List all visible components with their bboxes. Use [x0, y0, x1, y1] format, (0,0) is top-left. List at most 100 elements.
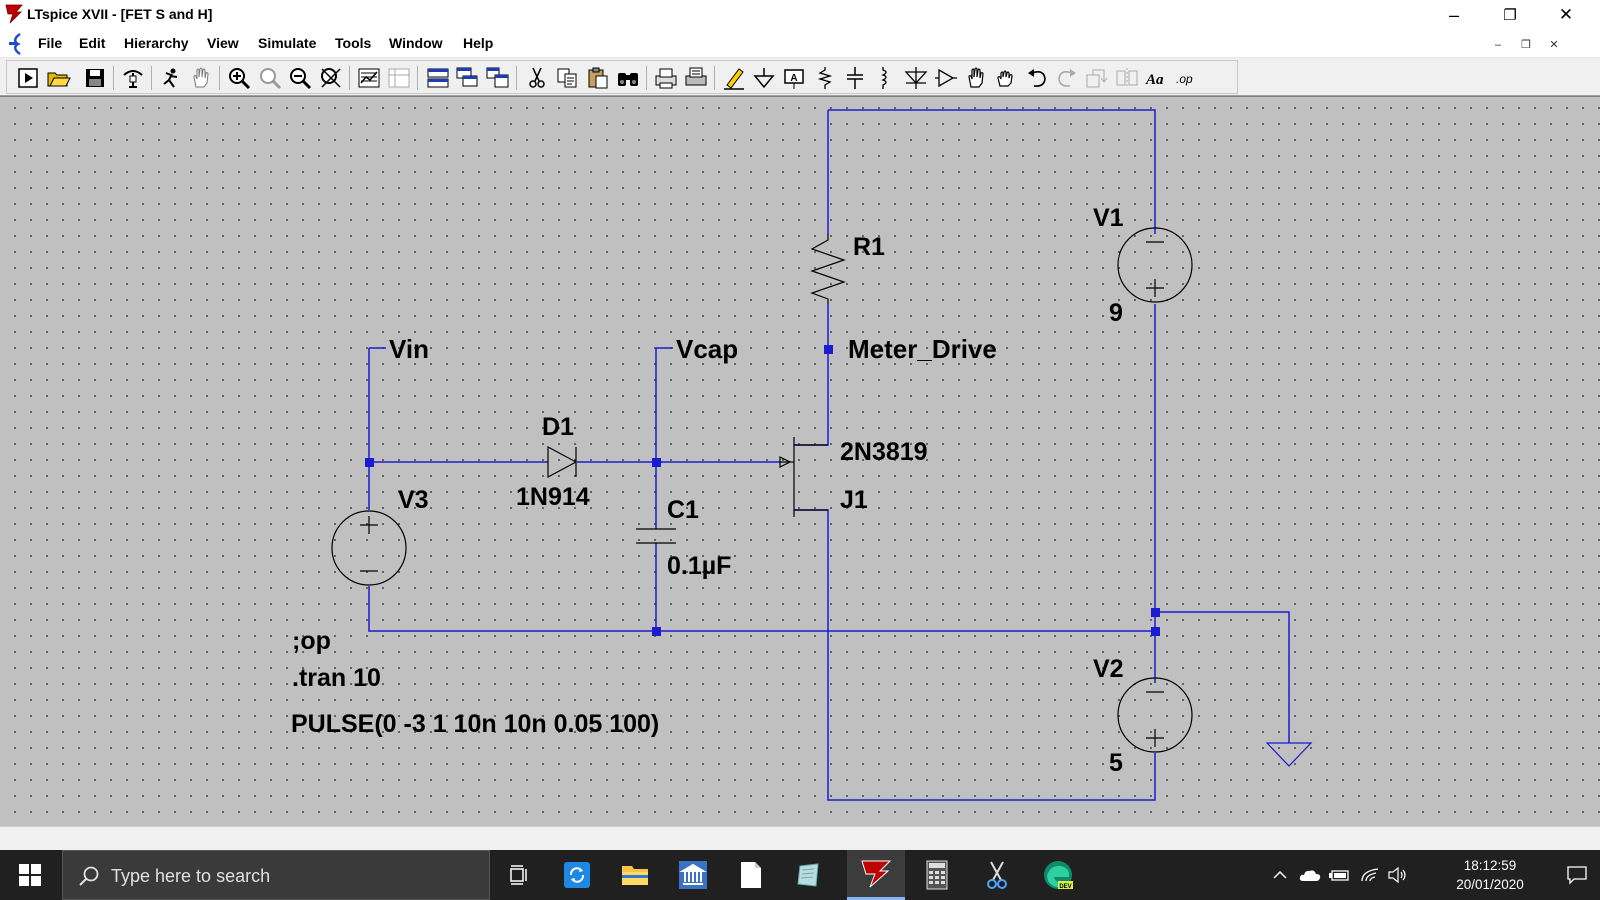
diode-icon[interactable]	[903, 65, 929, 91]
tile-horizontal-icon[interactable]	[425, 65, 451, 91]
bank-app-icon[interactable]	[664, 850, 722, 900]
sync-app-icon[interactable]	[548, 850, 606, 900]
mdi-minimize-button[interactable]: –	[1487, 36, 1509, 54]
taskbar-search-box[interactable]: Type here to search	[62, 850, 490, 900]
junction	[824, 345, 833, 354]
cut-icon[interactable]	[524, 65, 550, 91]
mirror-icon[interactable]	[1114, 65, 1140, 91]
open-icon[interactable]	[45, 65, 71, 91]
v1-value[interactable]: 9	[1109, 299, 1123, 328]
document-icon[interactable]	[6, 32, 28, 56]
autorange-icon[interactable]	[356, 65, 382, 91]
system-clock[interactable]: 18:12:59 20/01/2020	[1432, 856, 1548, 894]
c1-value[interactable]: 0.1µF	[667, 552, 731, 581]
component-icon[interactable]	[933, 65, 959, 91]
net-label-meter-drive[interactable]: Meter_Drive	[848, 334, 997, 365]
net-label-vin[interactable]: Vin	[389, 334, 429, 365]
close-button[interactable]: ✕	[1538, 0, 1594, 30]
paper-app-icon[interactable]	[780, 850, 838, 900]
show-hidden-icons-icon[interactable]	[1268, 850, 1292, 900]
spice-directive-op[interactable]: ;op	[292, 627, 331, 656]
edge-dev-icon[interactable]: DEV	[1029, 850, 1087, 900]
net-label-vcap[interactable]: Vcap	[676, 334, 738, 365]
ltspice-icon[interactable]	[847, 850, 905, 900]
clock-time: 18:12:59	[1463, 858, 1517, 873]
wires	[368, 109, 1290, 801]
print-preview-icon[interactable]	[653, 65, 679, 91]
print-icon[interactable]	[683, 65, 709, 91]
junction-dots	[365, 345, 1160, 636]
rotate-icon[interactable]	[1084, 65, 1110, 91]
v1-ref[interactable]: V1	[1093, 204, 1124, 233]
undo-icon[interactable]	[1024, 65, 1050, 91]
zoom-fit-icon[interactable]	[318, 65, 344, 91]
ground-symbol	[1265, 742, 1313, 767]
move-icon[interactable]	[963, 65, 989, 91]
svg-text:.op: .op	[1176, 72, 1193, 86]
find-icon[interactable]	[615, 65, 641, 91]
ltspice-logo-icon	[5, 4, 23, 24]
volume-icon[interactable]	[1384, 850, 1412, 900]
menu-tools[interactable]: Tools	[335, 35, 371, 51]
d1-model[interactable]: 1N914	[516, 483, 590, 512]
menu-help[interactable]: Help	[463, 35, 493, 51]
halt-icon[interactable]	[158, 65, 184, 91]
minimize-button[interactable]: –	[1426, 0, 1482, 30]
v2-value[interactable]: 5	[1109, 749, 1123, 778]
grid-icon[interactable]	[386, 65, 412, 91]
menu-simulate[interactable]: Simulate	[258, 35, 316, 51]
menu-view[interactable]: View	[207, 35, 239, 51]
tile-vertical-icon[interactable]	[485, 65, 511, 91]
maximize-button[interactable]: ❐	[1482, 0, 1538, 30]
spice-directive-icon[interactable]: .op	[1175, 65, 1201, 91]
wifi-icon[interactable]	[1356, 850, 1384, 900]
task-view-icon[interactable]	[490, 850, 548, 900]
menu-window[interactable]: Window	[389, 35, 443, 51]
notifications-icon[interactable]	[1554, 850, 1600, 900]
inductor-icon[interactable]	[872, 65, 898, 91]
svg-text:A: A	[790, 73, 797, 84]
label-net-icon[interactable]: A	[781, 65, 807, 91]
pan-icon[interactable]	[188, 65, 214, 91]
text-icon[interactable]: Aa	[1145, 65, 1171, 91]
zoom-out-icon[interactable]	[287, 65, 313, 91]
file-explorer-icon[interactable]	[606, 850, 664, 900]
copy-icon[interactable]	[554, 65, 580, 91]
calculator-icon[interactable]	[908, 850, 966, 900]
onedrive-icon[interactable]	[1296, 850, 1324, 900]
d1-ref[interactable]: D1	[542, 413, 574, 442]
ground-icon[interactable]	[751, 65, 777, 91]
menu-hierarchy[interactable]: Hierarchy	[124, 35, 189, 51]
components	[331, 227, 1313, 767]
zoom-in-icon[interactable]	[226, 65, 252, 91]
notepad-icon[interactable]	[722, 850, 780, 900]
wire-icon[interactable]	[721, 65, 747, 91]
drag-icon[interactable]	[993, 65, 1019, 91]
v2-ref[interactable]: V2	[1093, 655, 1124, 684]
j1-ref[interactable]: J1	[840, 486, 868, 515]
schematic-drawing	[331, 109, 1313, 801]
j1-model[interactable]: 2N3819	[840, 438, 928, 467]
redo-icon[interactable]	[1054, 65, 1080, 91]
resistor-icon[interactable]	[812, 65, 838, 91]
spice-directive-tran[interactable]: .tran 10	[292, 664, 381, 693]
zoom-area-icon[interactable]	[257, 65, 283, 91]
run-icon[interactable]	[15, 65, 41, 91]
cascade-icon[interactable]	[455, 65, 481, 91]
menu-file[interactable]: File	[38, 35, 62, 51]
paste-icon[interactable]	[585, 65, 611, 91]
capacitor-icon[interactable]	[842, 65, 868, 91]
v3-source-value[interactable]: PULSE(0 -3 1 10n 10n 0.05 100)	[291, 710, 659, 739]
mdi-restore-button[interactable]: ❐	[1515, 36, 1537, 54]
menu-edit[interactable]: Edit	[79, 35, 105, 51]
v3-ref[interactable]: V3	[398, 486, 429, 515]
c1-ref[interactable]: C1	[667, 496, 699, 525]
snipping-tool-icon[interactable]	[968, 850, 1026, 900]
control-panel-icon[interactable]	[120, 65, 146, 91]
battery-icon[interactable]	[1326, 850, 1354, 900]
start-button[interactable]	[0, 850, 60, 900]
mdi-close-button[interactable]: ✕	[1543, 36, 1565, 54]
schematic-canvas[interactable]: Vin Vcap Meter_Drive R1 V1 9 D1 1N914 V3…	[0, 96, 1600, 826]
r1-ref[interactable]: R1	[853, 233, 885, 262]
save-icon[interactable]	[82, 65, 108, 91]
